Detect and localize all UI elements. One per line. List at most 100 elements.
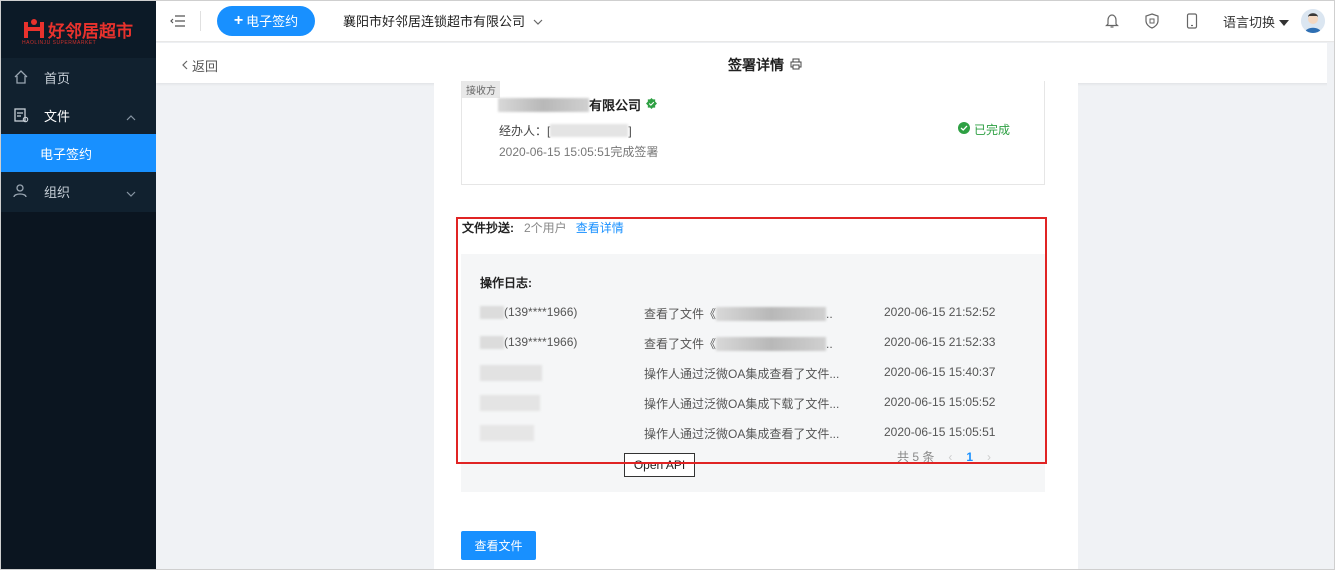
log-row: 操作人通过泛微OA集成下载了文件... 2020-06-15 15:05:52 (461, 392, 1045, 412)
pager-current-page[interactable]: 1 (966, 450, 973, 464)
divider (200, 10, 201, 31)
log-action-tail: .. (826, 306, 833, 321)
cc-details-link[interactable]: 查看详情 (576, 219, 624, 236)
sidebar-item-label: 首页 (44, 70, 71, 86)
sidebar-item-label: 电子签约 (40, 146, 93, 162)
back-button[interactable]: 返回 (182, 56, 218, 75)
company-name: 襄阳市好邻居连锁超市有限公司 (343, 14, 526, 29)
chevron-up-icon (126, 109, 136, 124)
status-text: 已完成 (974, 123, 1011, 137)
file-icon (12, 106, 30, 124)
logo-text: 好邻居超市 (48, 21, 133, 41)
sidebar-item-file[interactable]: 文件 (0, 96, 156, 134)
operation-log: 操作日志: (139****1966) 查看了文件《 .. 2020-06-15… (461, 254, 1045, 492)
cc-label: 文件抄送: (462, 221, 514, 235)
bell-icon[interactable] (1103, 12, 1121, 30)
receiver-tag: 接收方 (462, 81, 500, 98)
log-time: 2020-06-15 15:05:52 (884, 395, 996, 409)
logo[interactable]: 好邻居超市 (0, 0, 156, 58)
home-icon (12, 68, 30, 86)
open-api-label: Open API (624, 453, 695, 477)
receiver-agent: 经办人：[ ] (499, 122, 632, 139)
sidebar-item-home[interactable]: 首页 (0, 58, 156, 96)
redacted-block (480, 305, 504, 319)
language-switch[interactable]: 语言切换 (1223, 12, 1275, 31)
chevron-left-icon (182, 58, 188, 73)
log-user-phone: (139****1966) (504, 305, 578, 319)
log-action: 操作人通过泛微OA集成查看了文件... (644, 427, 840, 441)
redacted-block (716, 336, 827, 351)
new-esign-button[interactable]: + 电子签约 (217, 5, 315, 36)
pager-next-icon[interactable]: › (987, 450, 991, 464)
log-row: (139****1966) 查看了文件《 .. 2020-06-15 21:52… (461, 332, 1045, 352)
log-action-text: 查看了文件《 (644, 337, 717, 351)
page-title: 签署详情 (728, 55, 802, 75)
redacted-block (550, 124, 629, 137)
menu-toggle-icon[interactable] (170, 14, 186, 28)
log-row: 操作人通过泛微OA集成查看了文件... 2020-06-15 15:40:37 (461, 362, 1045, 382)
log-user: (139****1966) (480, 335, 577, 349)
agent-label: 经办人：[ (499, 124, 551, 138)
chevron-down-icon (126, 185, 136, 200)
receiver-company-suffix: 有限公司 (589, 98, 642, 113)
sidebar-item-label: 文件 (44, 108, 71, 124)
redacted-block (480, 425, 534, 441)
log-time: 2020-06-15 15:40:37 (884, 365, 996, 379)
sidebar-item-org[interactable]: 组织 (0, 172, 156, 210)
page-title-text: 签署详情 (728, 57, 784, 73)
company-selector[interactable]: 襄阳市好邻居连锁超市有限公司 (343, 11, 543, 30)
detail-content: 接收方 有限公司 经办人：[ ] 2020-06-15 15:05:51完成签署… (434, 81, 1078, 570)
agent-close: ] (628, 123, 632, 138)
log-row: (139****1966) 查看了文件《 .. 2020-06-15 21:52… (461, 302, 1045, 322)
pagination: 共 5 条 ‹ 1 › (897, 448, 1005, 465)
receiver-card: 接收方 有限公司 经办人：[ ] 2020-06-15 15:05:51完成签署… (461, 81, 1045, 185)
chevron-down-icon (533, 13, 543, 28)
log-action: 操作人通过泛微OA集成查看了文件... (644, 367, 840, 381)
status-badge: 已完成 (958, 121, 1010, 138)
log-time: 2020-06-15 21:52:52 (884, 305, 996, 319)
receiver-company: 有限公司 (498, 95, 658, 114)
sidebar-item-esign[interactable]: 电子签约 (0, 134, 156, 172)
sidebar-background (0, 212, 156, 570)
mobile-icon[interactable] (1183, 12, 1201, 30)
redacted-block (498, 97, 589, 112)
cc-count: 2个用户 (524, 221, 567, 235)
shield-icon[interactable] (1143, 12, 1161, 30)
redacted-block (716, 306, 827, 321)
new-esign-label: 电子签约 (246, 14, 299, 29)
redacted-block (480, 335, 504, 349)
avatar[interactable] (1301, 9, 1325, 33)
log-action: 操作人通过泛微OA集成下载了文件... (644, 397, 840, 411)
org-icon (12, 182, 30, 200)
log-title: 操作日志: (480, 276, 532, 290)
sidebar-item-label: 组织 (44, 184, 71, 200)
log-user (480, 425, 534, 441)
log-time: 2020-06-15 15:05:51 (884, 425, 996, 439)
log-user (480, 365, 542, 381)
caret-down-icon[interactable] (1279, 14, 1289, 29)
logo-subtitle: HAOLINJU SUPERMARKET (22, 40, 97, 46)
log-row: 操作人通过泛微OA集成查看了文件... 2020-06-15 15:05:51 (461, 422, 1045, 442)
pager-prev-icon[interactable]: ‹ (948, 450, 952, 464)
view-file-button[interactable]: 查看文件 (461, 531, 536, 560)
log-time: 2020-06-15 21:52:33 (884, 335, 996, 349)
back-label: 返回 (192, 59, 219, 74)
log-action: 查看了文件《 .. (644, 335, 833, 352)
log-action: 查看了文件《 .. (644, 305, 833, 322)
redacted-block (480, 365, 542, 381)
sidebar: 好邻居超市 HAOLINJU SUPERMARKET 首页 文件 电子签约 组织 (0, 0, 156, 570)
scrollbar[interactable] (1327, 43, 1335, 570)
log-action-tail: .. (826, 336, 833, 351)
top-bar: + 电子签约 襄阳市好邻居连锁超市有限公司 语言切换 (156, 0, 1335, 42)
print-icon[interactable] (790, 57, 802, 73)
logo-icon (22, 18, 46, 40)
pager-total: 共 5 条 (897, 450, 935, 464)
cc-row: 文件抄送: 2个用户 查看详情 (462, 219, 624, 236)
sub-header: 返回 签署详情 (156, 43, 1335, 83)
redacted-block (480, 395, 540, 411)
log-user-phone: (139****1966) (504, 335, 578, 349)
log-user: (139****1966) (480, 305, 577, 319)
log-user (480, 395, 540, 411)
signed-time: 2020-06-15 15:05:51完成签署 (499, 145, 659, 159)
log-action-text: 查看了文件《 (644, 307, 717, 321)
